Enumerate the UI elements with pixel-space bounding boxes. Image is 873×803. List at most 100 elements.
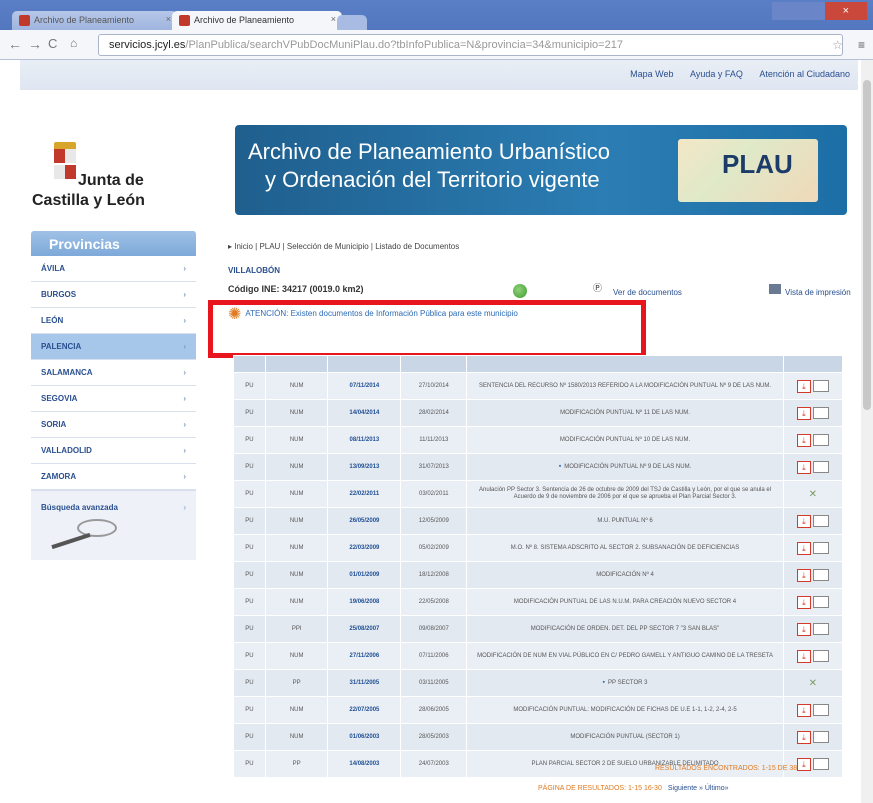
folder-icon[interactable]: [812, 623, 829, 635]
cell-publication-date[interactable]: 13/09/2013: [327, 453, 402, 481]
cell-actions: ✕: [782, 669, 844, 697]
top-links-bar: Mapa Web Ayuda y FAQ Atención al Ciudada…: [20, 60, 858, 90]
cell-publication-date[interactable]: 22/07/2005: [327, 696, 402, 724]
favicon-icon: [179, 15, 190, 26]
pdf-documents-link[interactable]: Ver de documentos: [613, 288, 682, 297]
sidebar-item-ávila[interactable]: ÁVILA ›: [31, 256, 196, 282]
sidebar-item-segovia[interactable]: SEGOVIA ›: [31, 386, 196, 412]
close-window-button[interactable]: ×: [824, 2, 867, 20]
folder-icon[interactable]: [812, 704, 829, 716]
link-ayuda-faq[interactable]: Ayuda y FAQ: [690, 69, 743, 79]
pdf-download-icon[interactable]: ⤓: [796, 514, 811, 528]
folder-icon[interactable]: [812, 596, 829, 608]
cell-publication-date[interactable]: 26/05/2009: [327, 507, 402, 535]
pdf-icon[interactable]: Ⓟ: [593, 281, 602, 294]
cell-publication-date[interactable]: 14/08/2003: [327, 750, 402, 778]
new-tab-button[interactable]: [337, 15, 367, 30]
pdf-download-icon[interactable]: ⤓: [796, 595, 811, 609]
close-tab-icon[interactable]: ×: [166, 14, 171, 24]
pdf-download-icon[interactable]: ⤓: [796, 757, 811, 771]
folder-icon[interactable]: [812, 434, 829, 446]
pdf-download-icon[interactable]: ⤓: [796, 433, 811, 447]
home-icon[interactable]: ⌂: [70, 36, 77, 50]
pdf-download-icon[interactable]: ⤓: [796, 541, 811, 555]
pdf-download-icon[interactable]: ⤓: [796, 730, 811, 744]
sidebar-item-zamora[interactable]: ZAMORA ›: [31, 464, 196, 490]
link-atencion-ciudadano[interactable]: Atención al Ciudadano: [759, 69, 850, 79]
pagination-next[interactable]: Siguiente » Último»: [668, 785, 729, 792]
folder-icon[interactable]: [812, 407, 829, 419]
cell-description: Anulación PP Sector 3. Sentencia de 26 d…: [466, 480, 784, 508]
pdf-download-icon[interactable]: ⤓: [796, 460, 811, 474]
folder-icon[interactable]: [812, 380, 829, 392]
pdf-download-icon[interactable]: ⤓: [796, 568, 811, 582]
menu-icon[interactable]: ≡: [858, 38, 865, 52]
url-path: /PlanPublica/searchVPubDocMuniPlau.do?tb…: [185, 39, 623, 51]
cell-approval-date: 28/06/2005: [400, 696, 468, 724]
scrollbar-thumb[interactable]: [863, 80, 871, 410]
pdf-download-icon[interactable]: ⤓: [796, 622, 811, 636]
breadcrumb[interactable]: ▸ Inicio | PLAU | Selección de Municipio…: [228, 242, 459, 251]
tab-archivo-1[interactable]: Archivo de Planeamiento ×: [12, 11, 177, 30]
cell-publication-date[interactable]: 27/11/2006: [327, 642, 402, 670]
minimize-button[interactable]: [772, 2, 799, 20]
bookmark-star-icon[interactable]: ☆: [832, 38, 843, 52]
results-count: RESULTADOS ENCONTRADOS: 1-15 DE 38: [655, 765, 798, 772]
cell-approval-date: 11/11/2013: [400, 426, 468, 454]
cell-publication-date[interactable]: 22/02/2011: [327, 480, 402, 508]
chevron-right-icon: ›: [183, 446, 186, 455]
cell-publication-date[interactable]: 14/04/2014: [327, 399, 402, 427]
pdf-download-icon[interactable]: ⤓: [796, 406, 811, 420]
folder-icon[interactable]: [812, 650, 829, 662]
sidebar-item-valladolid[interactable]: VALLADOLID ›: [31, 438, 196, 464]
reload-icon[interactable]: C: [48, 36, 57, 51]
folder-icon[interactable]: [812, 569, 829, 581]
folder-icon[interactable]: [812, 542, 829, 554]
globe-icon[interactable]: [513, 284, 527, 298]
cell-publication-date[interactable]: 22/03/2009: [327, 534, 402, 562]
tab-archivo-2[interactable]: Archivo de Planeamiento ×: [172, 11, 342, 30]
forward-arrow-icon[interactable]: →: [28, 36, 42, 52]
close-tab-icon[interactable]: ×: [331, 14, 336, 24]
cell-actions: ⤓: [782, 615, 844, 643]
maximize-button[interactable]: [798, 2, 825, 20]
cell-publication-date[interactable]: 25/08/2007: [327, 615, 402, 643]
back-arrow-icon[interactable]: ←: [8, 36, 22, 52]
table-row: PU NUM 26/05/2009 12/05/2009 M.U. PUNTUAL Nº…: [233, 507, 844, 535]
cell-publication-date[interactable]: 08/11/2013: [327, 426, 402, 454]
table-row: PU NUM 13/09/2013 31/07/2013 ▪ MODIFICACIÓN P…: [233, 453, 844, 481]
advanced-search-box[interactable]: Búsqueda avanzada ›: [31, 490, 196, 560]
pdf-download-icon[interactable]: ⤓: [796, 379, 811, 393]
cell-publication-date[interactable]: 19/06/2008: [327, 588, 402, 616]
pdf-download-icon[interactable]: ⤓: [796, 649, 811, 663]
description-text: MODIFICACIÓN PUNTUAL Nº 9 DE LAS NUM.: [564, 464, 692, 470]
sidebar-title: Provincias: [31, 231, 196, 256]
sidebar-item-león[interactable]: LEÓN ›: [31, 308, 196, 334]
folder-icon[interactable]: [812, 758, 829, 770]
table-row: PU NUM 01/06/2003 28/05/2003 MODIFICACIÓN PU…: [233, 723, 844, 751]
cell-description: SENTENCIA DEL RECURSO Nº 1580/2013 REFER…: [466, 372, 784, 400]
sidebar-item-soria[interactable]: SORIA ›: [31, 412, 196, 438]
pdf-download-icon[interactable]: ⤓: [796, 703, 811, 717]
cell-publication-date[interactable]: 01/06/2003: [327, 723, 402, 751]
sidebar-item-palencia[interactable]: PALENCIA ›: [31, 334, 196, 360]
print-view-link[interactable]: Vista de impresión: [785, 288, 851, 297]
folder-icon[interactable]: [812, 731, 829, 743]
cell-approval-date: 18/12/2008: [400, 561, 468, 589]
folder-icon[interactable]: [812, 461, 829, 473]
cell-description: MODIFICACIÓN Nº 4: [466, 561, 784, 589]
cell-publication-date[interactable]: 01/01/2009: [327, 561, 402, 589]
cell-publication-date[interactable]: 31/11/2005: [327, 669, 402, 697]
pagination-pages[interactable]: PÁGINA DE RESULTADOS: 1-15 16-30: [538, 785, 662, 792]
sidebar-item-salamanca[interactable]: SALAMANCA ›: [31, 360, 196, 386]
cell-publication-date[interactable]: 07/11/2014: [327, 372, 402, 400]
table-row: PU NUM 19/06/2008 22/05/2008 MODIFICACIÓN PU…: [233, 588, 844, 616]
page-scrollbar[interactable]: [861, 60, 873, 803]
sidebar-item-burgos[interactable]: BURGOS ›: [31, 282, 196, 308]
link-mapa-web[interactable]: Mapa Web: [630, 69, 673, 79]
address-bar[interactable]: servicios.jcyl.es/PlanPublica/searchVPub…: [98, 34, 843, 56]
junta-logo[interactable]: Junta de Castilla y León: [30, 130, 170, 220]
folder-icon[interactable]: [812, 515, 829, 527]
printer-icon[interactable]: [769, 284, 781, 294]
sidebar-item-label: SALAMANCA: [41, 368, 93, 377]
